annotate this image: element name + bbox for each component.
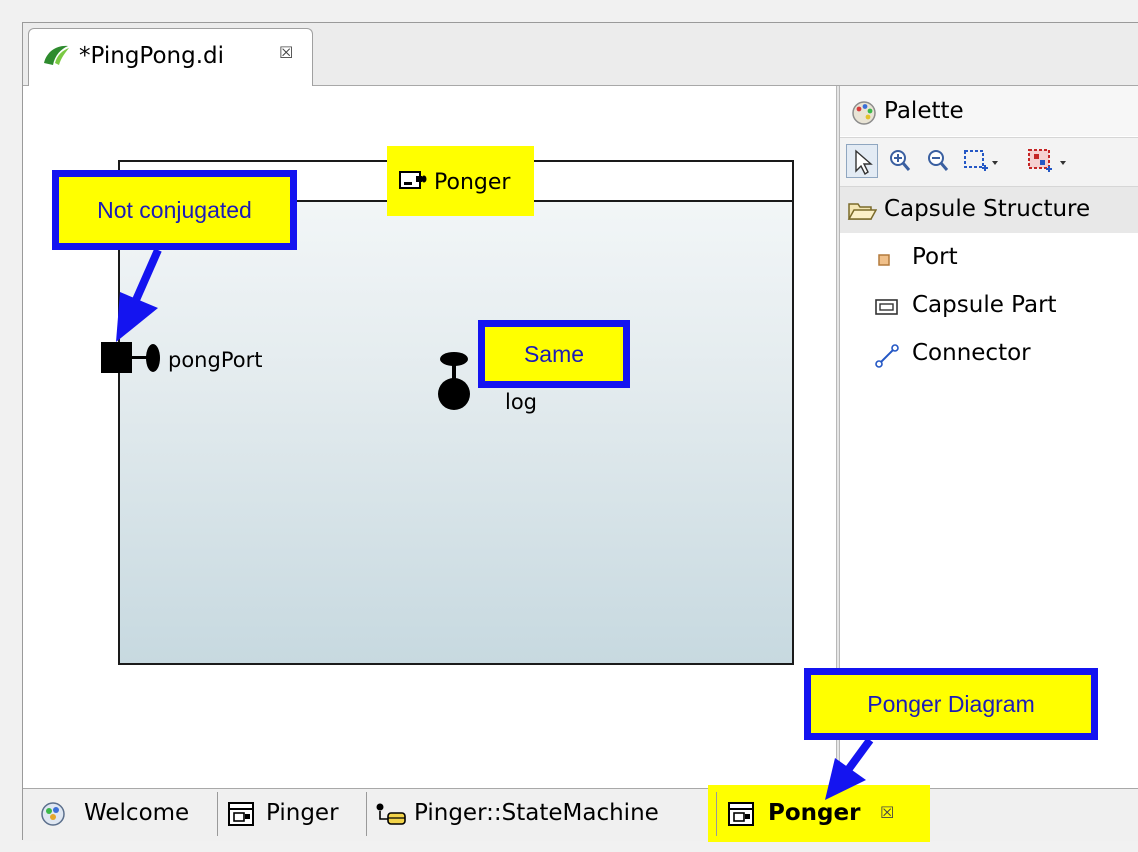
tab-ponger[interactable]: Ponger: [768, 800, 860, 826]
marquee-connections-icon[interactable]: [1026, 147, 1070, 179]
callout-text: Not conjugated: [97, 196, 252, 223]
editor-tab-label: *PingPong.di: [79, 43, 225, 69]
palette-icon: [851, 100, 877, 130]
close-icon[interactable]: ☒: [880, 803, 894, 822]
tab-separator: [366, 792, 367, 836]
tab-separator: [217, 792, 218, 836]
port-protocol-symbol: [146, 344, 160, 372]
zoom-in-icon[interactable]: [888, 148, 912, 178]
folder-open-icon: [847, 200, 878, 226]
palette-drawer-label: Capsule Structure: [884, 196, 1091, 222]
palette-item-port[interactable]: Port: [912, 244, 958, 270]
palette-item-capsule-part[interactable]: Capsule Part: [912, 292, 1057, 318]
port-pongport[interactable]: [101, 342, 132, 373]
welcome-icon: [40, 801, 66, 831]
capsule-diagram-icon: [727, 801, 755, 831]
zoom-out-icon[interactable]: [926, 148, 950, 178]
capsule-icon: [398, 168, 428, 196]
callout-same: Same: [478, 320, 630, 388]
capsule-part-icon: [874, 296, 900, 322]
callout-text: Ponger Diagram: [867, 690, 1035, 717]
palette-toolbar: [840, 137, 1138, 187]
pointer-icon: [855, 149, 873, 176]
palette-item-connector[interactable]: Connector: [912, 340, 1031, 366]
connector-icon: [874, 343, 900, 373]
select-tool-button[interactable]: [846, 144, 878, 178]
editor-tab-pingpong[interactable]: *PingPong.di ☒: [28, 28, 313, 86]
port-label-pongport: pongPort: [168, 348, 263, 372]
tab-welcome[interactable]: Welcome: [84, 800, 189, 826]
capsule-title: Ponger: [434, 170, 511, 195]
port-label-log: log: [505, 390, 538, 414]
tab-pinger-statemachine[interactable]: Pinger::StateMachine: [414, 800, 659, 826]
port-log[interactable]: [438, 378, 470, 410]
marquee-icon[interactable]: [962, 148, 1002, 178]
port-log-protocol-symbol: [440, 352, 468, 366]
callout-text: Same: [523, 340, 585, 367]
callout-ponger-diagram: Ponger Diagram: [804, 668, 1098, 740]
tab-separator: [716, 792, 717, 836]
papyrus-icon: [41, 43, 71, 71]
tab-pinger[interactable]: Pinger: [266, 800, 339, 826]
close-icon[interactable]: ☒: [279, 43, 293, 62]
port-icon: [874, 250, 894, 274]
callout-not-conjugated: Not conjugated: [52, 170, 297, 250]
capsule-diagram-icon: [227, 801, 255, 831]
state-machine-icon: [374, 801, 408, 831]
palette-title: Palette: [884, 98, 964, 124]
